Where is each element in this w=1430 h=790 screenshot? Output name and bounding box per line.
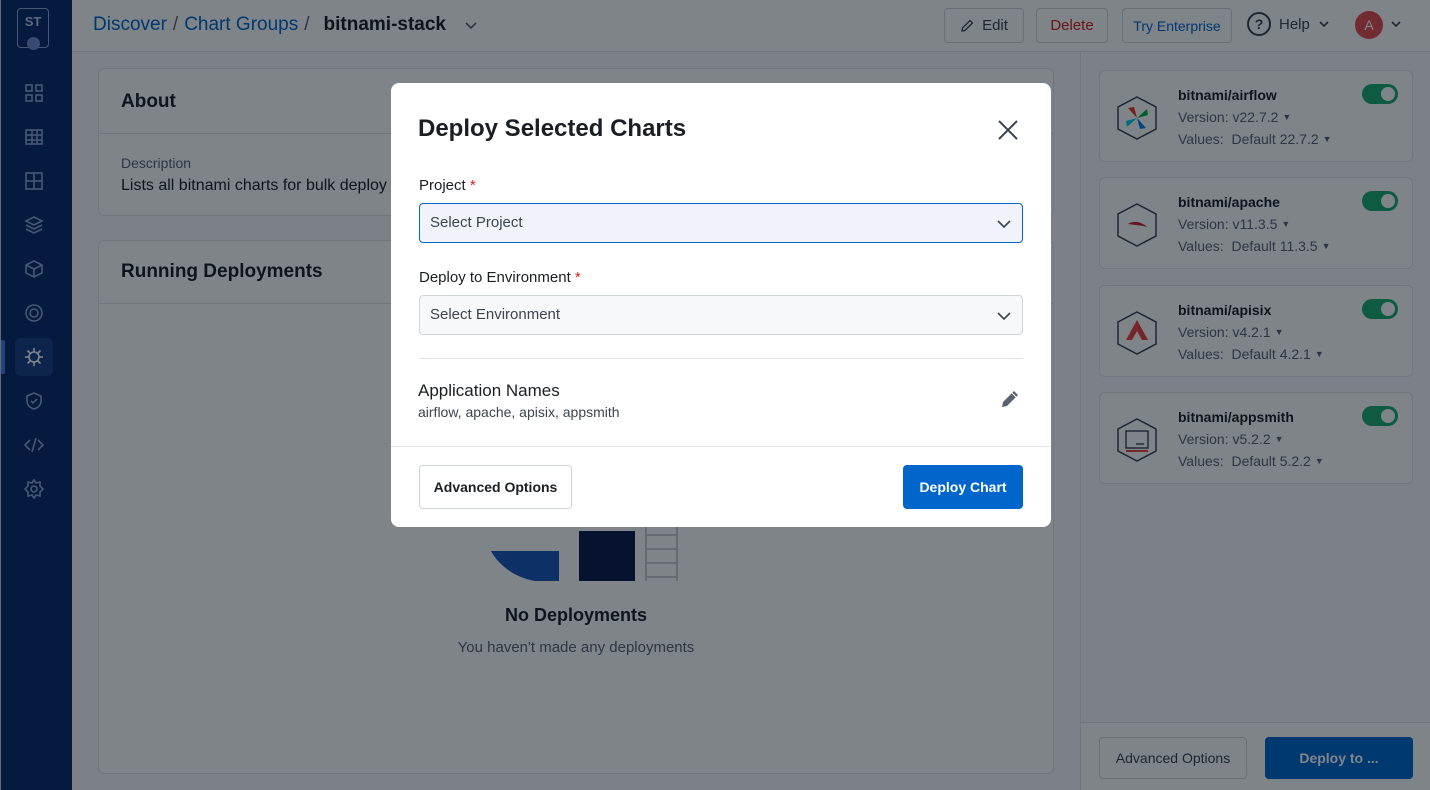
divider <box>391 446 1051 447</box>
application-names-label: Application Names <box>418 381 560 400</box>
environment-label: Deploy to Environment * <box>419 269 581 286</box>
advanced-options-button[interactable]: Advanced Options <box>419 465 572 509</box>
project-label-text: Project <box>419 177 466 194</box>
chevron-down-icon <box>997 220 1011 229</box>
chevron-down-icon <box>997 312 1011 321</box>
modal-title: Deploy Selected Charts <box>418 115 687 142</box>
environment-label-text: Deploy to Environment <box>419 269 571 286</box>
deploy-chart-button[interactable]: Deploy Chart <box>903 465 1023 509</box>
project-label: Project * <box>419 177 476 194</box>
application-names-value: airflow, apache, apisix, appsmith <box>418 404 620 420</box>
deploy-modal: Deploy Selected Charts Project * Select … <box>391 83 1051 527</box>
project-select[interactable]: Select Project <box>419 203 1023 243</box>
divider <box>419 358 1023 359</box>
environment-placeholder: Select Environment <box>430 306 561 323</box>
project-placeholder: Select Project <box>430 214 523 231</box>
pencil-icon[interactable] <box>999 388 1021 410</box>
close-icon[interactable] <box>995 117 1021 143</box>
required-mark: * <box>469 177 476 194</box>
required-mark: * <box>574 269 581 286</box>
environment-select[interactable]: Select Environment <box>419 295 1023 335</box>
